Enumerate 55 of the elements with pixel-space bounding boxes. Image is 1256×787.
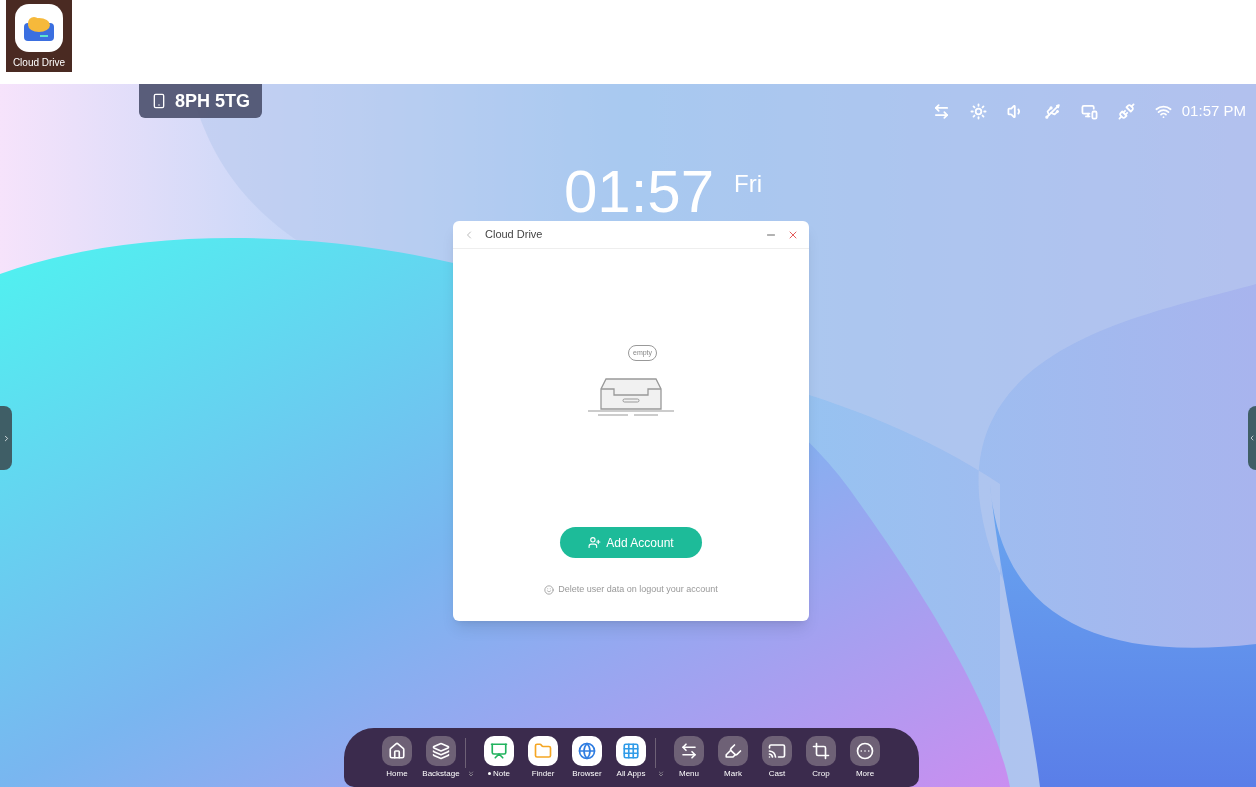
dock-item[interactable]: Menu — [667, 735, 711, 780]
home-icon — [388, 741, 406, 760]
dock-label: Backstage — [422, 767, 460, 780]
dock-item[interactable]: Note — [477, 735, 521, 780]
dock-item[interactable]: Cast — [755, 735, 799, 780]
dock-item[interactable]: Crop — [799, 735, 843, 780]
more-icon — [856, 741, 874, 760]
desktop-shortcut[interactable]: Cloud Drive — [6, 0, 72, 72]
dock-label: Finder — [531, 767, 555, 780]
left-edge-handle[interactable] — [0, 406, 12, 470]
smile-icon — [544, 584, 555, 595]
dock-item[interactable]: Browser — [565, 735, 609, 780]
cloud-drive-icon — [15, 4, 63, 52]
dock-item[interactable]: Home — [375, 735, 419, 780]
unplug-icon[interactable] — [1117, 102, 1135, 120]
dock-label: Crop — [812, 767, 830, 780]
dock-item[interactable]: Backstage — [419, 735, 463, 780]
swap-icon[interactable] — [932, 102, 950, 120]
chevron-left-icon — [1248, 434, 1256, 442]
dock-label: All Apps — [616, 767, 646, 780]
window-title: Cloud Drive — [485, 227, 544, 243]
clock-day: Fri — [734, 166, 763, 202]
shortcut-label: Cloud Drive — [12, 56, 66, 70]
crop-icon — [812, 741, 830, 760]
dock-label: Mark — [724, 767, 742, 780]
user-plus-icon — [588, 536, 602, 549]
dock-label: Menu — [679, 767, 699, 780]
layers-icon — [432, 741, 450, 760]
swap-icon — [680, 741, 698, 760]
folder-icon — [534, 741, 552, 760]
dock-item[interactable]: Finder — [521, 735, 565, 780]
dock-item[interactable]: Mark — [711, 735, 755, 780]
tablet-icon — [151, 93, 167, 109]
usb-icon[interactable] — [1043, 102, 1061, 120]
devices-icon[interactable] — [1080, 102, 1098, 120]
right-edge-handle[interactable] — [1248, 406, 1256, 470]
dock-label: More — [855, 767, 875, 780]
grid-icon — [622, 741, 640, 760]
dock-label: Note — [493, 767, 510, 780]
dock-item[interactable]: All Apps — [609, 735, 653, 780]
clock-time: 01:57 — [563, 162, 715, 222]
board-icon — [490, 741, 508, 760]
chevrons-down-icon[interactable] — [657, 769, 665, 778]
dock-item[interactable]: More — [843, 735, 887, 780]
highlighter-icon — [724, 741, 742, 760]
room-code: 8PH 5TG — [175, 89, 251, 113]
status-time: 01:57 PM — [1181, 101, 1246, 121]
chevrons-down-icon[interactable] — [467, 769, 475, 778]
cast-icon — [768, 741, 786, 760]
dock-label: Browser — [572, 767, 602, 780]
sun-icon[interactable] — [969, 102, 987, 120]
dock-label: Home — [386, 767, 408, 780]
logout-note: Delete user data on logout your account — [558, 583, 718, 596]
dock-label: Cast — [768, 767, 786, 780]
globe-icon — [578, 741, 596, 760]
